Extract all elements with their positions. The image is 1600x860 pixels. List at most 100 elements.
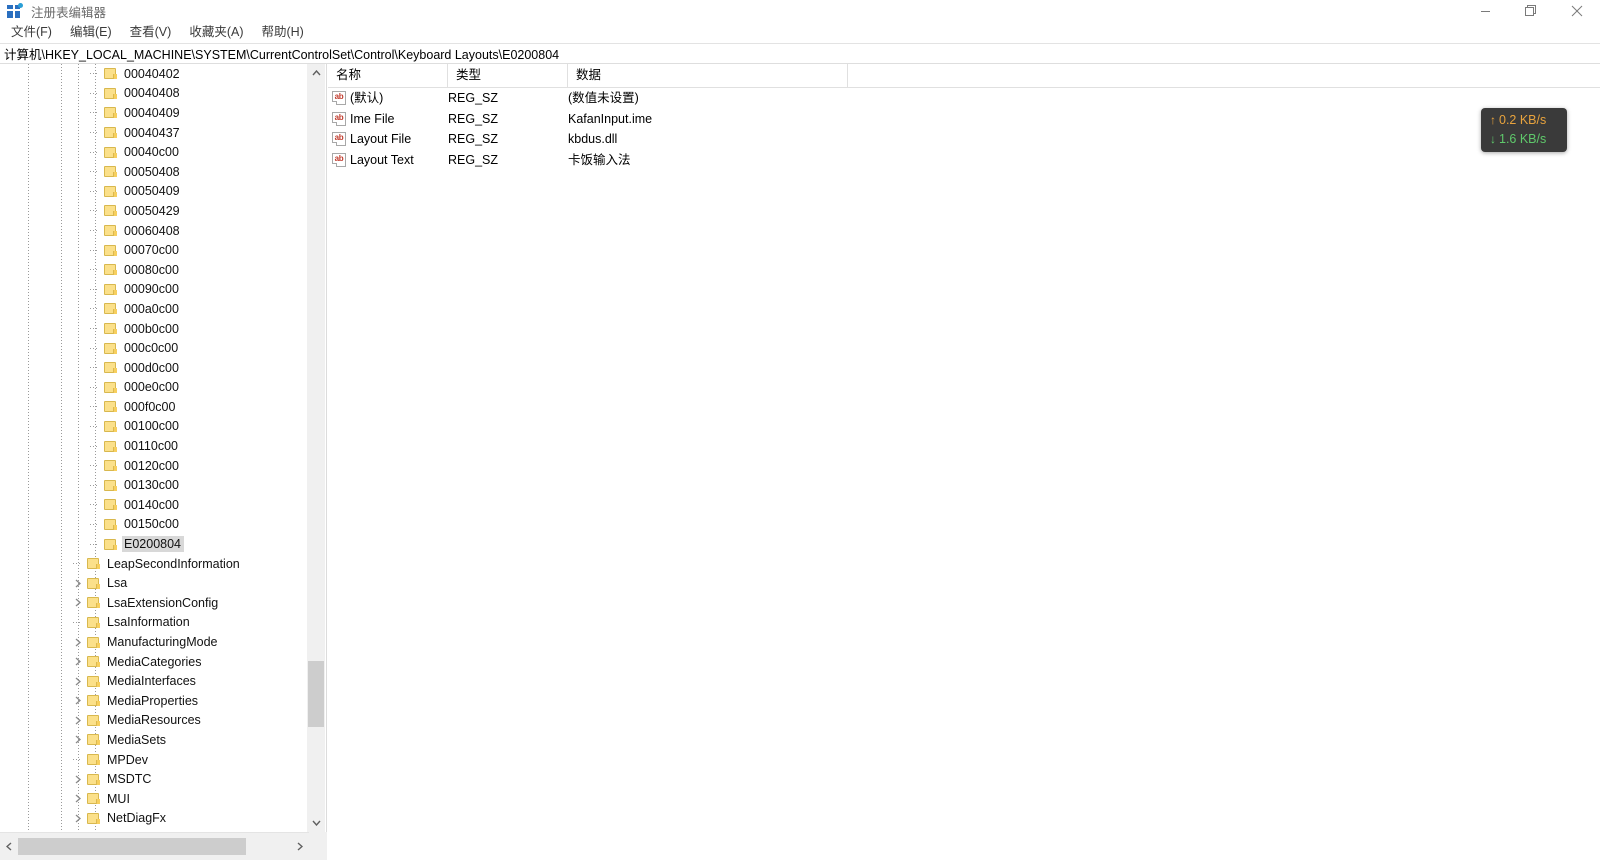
tree-leaf-connector [88, 361, 101, 374]
column-data[interactable]: 数据 [568, 64, 848, 87]
value-row[interactable]: ab Layout File REG_SZ kbdus.dll [328, 129, 1600, 150]
tree-item-label: 00040437 [124, 125, 180, 140]
chevron-right-icon[interactable] [71, 714, 84, 727]
tree-item[interactable]: LeapSecondInformation [0, 554, 308, 574]
folder-icon [104, 302, 117, 315]
tree-item[interactable]: Lsa [0, 573, 308, 593]
close-button[interactable] [1554, 0, 1600, 22]
network-speed-overlay[interactable]: ↑ 0.2 KB/s ↓ 1.6 KB/s [1481, 108, 1567, 152]
tree-item-label: LsaInformation [107, 615, 190, 630]
menu-help[interactable]: 帮助(H) [252, 22, 312, 43]
tree-item[interactable]: 000f0c00 [0, 397, 308, 417]
tree-item[interactable]: 000c0c00 [0, 338, 308, 358]
tree-item[interactable]: 00040408 [0, 84, 308, 104]
tree-item[interactable]: 000a0c00 [0, 299, 308, 319]
tree-item-label: MUI [107, 791, 130, 806]
value-row[interactable]: ab Ime File REG_SZ KafanInput.ime [328, 109, 1600, 130]
folder-icon [104, 165, 117, 178]
menu-file[interactable]: 文件(F) [2, 22, 61, 43]
tree-item-label: 00080c00 [124, 262, 179, 277]
tree-item[interactable]: 00040437 [0, 123, 308, 143]
registry-values-pane: 名称 类型 数据 ab (默认) REG_SZ (数值未设置) ab Ime File REG_… [328, 64, 1600, 860]
minimize-button[interactable] [1462, 0, 1508, 22]
menu-view[interactable]: 查看(V) [121, 22, 181, 43]
tree-leaf-connector [88, 67, 101, 80]
chevron-right-icon[interactable] [71, 773, 84, 786]
folder-icon [104, 263, 117, 276]
tree-horizontal-scroll-thumb[interactable] [18, 838, 246, 855]
tree-item-label: 000e0c00 [124, 380, 179, 395]
tree-item[interactable]: 000e0c00 [0, 378, 308, 398]
folder-icon [104, 381, 117, 394]
tree-item[interactable]: 00130c00 [0, 475, 308, 495]
tree-item[interactable]: 00050408 [0, 162, 308, 182]
tree-item[interactable]: NetDiagFx [0, 809, 308, 829]
chevron-right-icon[interactable] [71, 694, 84, 707]
values-column-header[interactable]: 名称 类型 数据 [328, 64, 1600, 88]
tree-item[interactable]: LsaExtensionConfig [0, 593, 308, 613]
tree-item[interactable]: ManufacturingMode [0, 632, 308, 652]
chevron-right-icon[interactable] [71, 596, 84, 609]
scroll-right-icon[interactable] [291, 833, 309, 860]
chevron-right-icon[interactable] [71, 792, 84, 805]
tree-viewport[interactable]: 00040402 00040408 00040409 00040437 00040c00… [0, 64, 308, 832]
tree-leaf-connector [88, 381, 101, 394]
chevron-right-icon[interactable] [71, 655, 84, 668]
chevron-right-icon[interactable] [71, 636, 84, 649]
tree-item[interactable]: MediaProperties [0, 691, 308, 711]
restore-button[interactable] [1508, 0, 1554, 22]
tree-item[interactable]: MPDev [0, 750, 308, 770]
tree-item-label: E0200804 [122, 536, 185, 553]
scroll-left-icon[interactable] [0, 833, 18, 860]
tree-item[interactable]: LsaInformation [0, 613, 308, 633]
tree-leaf-connector [71, 616, 84, 629]
tree-horizontal-scrollbar[interactable] [0, 832, 327, 860]
tree-item[interactable]: 00110c00 [0, 436, 308, 456]
tree-item-label: 00070c00 [124, 243, 179, 258]
tree-vertical-scrollbar[interactable] [307, 64, 325, 832]
tree-item[interactable]: 00060408 [0, 221, 308, 241]
menu-favorites[interactable]: 收藏夹(A) [180, 22, 252, 43]
scroll-down-icon[interactable] [307, 814, 325, 832]
tree-item-label: 00050409 [124, 184, 180, 199]
tree-leaf-connector [88, 440, 101, 453]
string-value-icon: ab [332, 132, 346, 147]
tree-item[interactable]: 00120c00 [0, 456, 308, 476]
tree-item[interactable]: MSDTC [0, 769, 308, 789]
tree-item[interactable]: 00040402 [0, 64, 308, 84]
tree-item[interactable]: 00150c00 [0, 515, 308, 535]
menu-edit[interactable]: 编辑(E) [61, 22, 121, 43]
scroll-up-icon[interactable] [307, 64, 325, 82]
tree-item[interactable]: MUI [0, 789, 308, 809]
chevron-right-icon[interactable] [71, 675, 84, 688]
tree-item[interactable]: 00140c00 [0, 495, 308, 515]
tree-item[interactable]: 000d0c00 [0, 358, 308, 378]
tree-item[interactable]: 00050409 [0, 182, 308, 202]
folder-icon [87, 694, 100, 707]
tree-item[interactable]: 00040c00 [0, 142, 308, 162]
tree-item[interactable]: MediaResources [0, 711, 308, 731]
tree-item[interactable]: 00090c00 [0, 280, 308, 300]
tree-item[interactable]: 00080c00 [0, 260, 308, 280]
chevron-right-icon[interactable] [71, 812, 84, 825]
chevron-right-icon[interactable] [71, 733, 84, 746]
tree-item[interactable]: 00040409 [0, 103, 308, 123]
column-type[interactable]: 类型 [448, 64, 568, 87]
value-data-cell: (数值未设置) [568, 91, 639, 105]
tree-item[interactable]: MediaCategories [0, 652, 308, 672]
value-row[interactable]: ab (默认) REG_SZ (数值未设置) [328, 88, 1600, 109]
tree-item[interactable]: MediaSets [0, 730, 308, 750]
column-name[interactable]: 名称 [328, 64, 448, 87]
value-row[interactable]: ab Layout Text REG_SZ 卡饭输入法 [328, 150, 1600, 171]
tree-item[interactable]: MediaInterfaces [0, 671, 308, 691]
value-data-cell: KafanInput.ime [568, 111, 653, 126]
address-bar[interactable]: 计算机\HKEY_LOCAL_MACHINE\SYSTEM\CurrentCon… [0, 43, 1600, 64]
tree-item[interactable]: 00100c00 [0, 417, 308, 437]
tree-leaf-connector [88, 322, 101, 335]
tree-item[interactable]: E0200804 [0, 534, 308, 554]
tree-item[interactable]: 000b0c00 [0, 319, 308, 339]
chevron-right-icon[interactable] [71, 577, 84, 590]
tree-item[interactable]: 00050429 [0, 201, 308, 221]
tree-vertical-scroll-thumb[interactable] [308, 661, 324, 727]
tree-item[interactable]: 00070c00 [0, 240, 308, 260]
